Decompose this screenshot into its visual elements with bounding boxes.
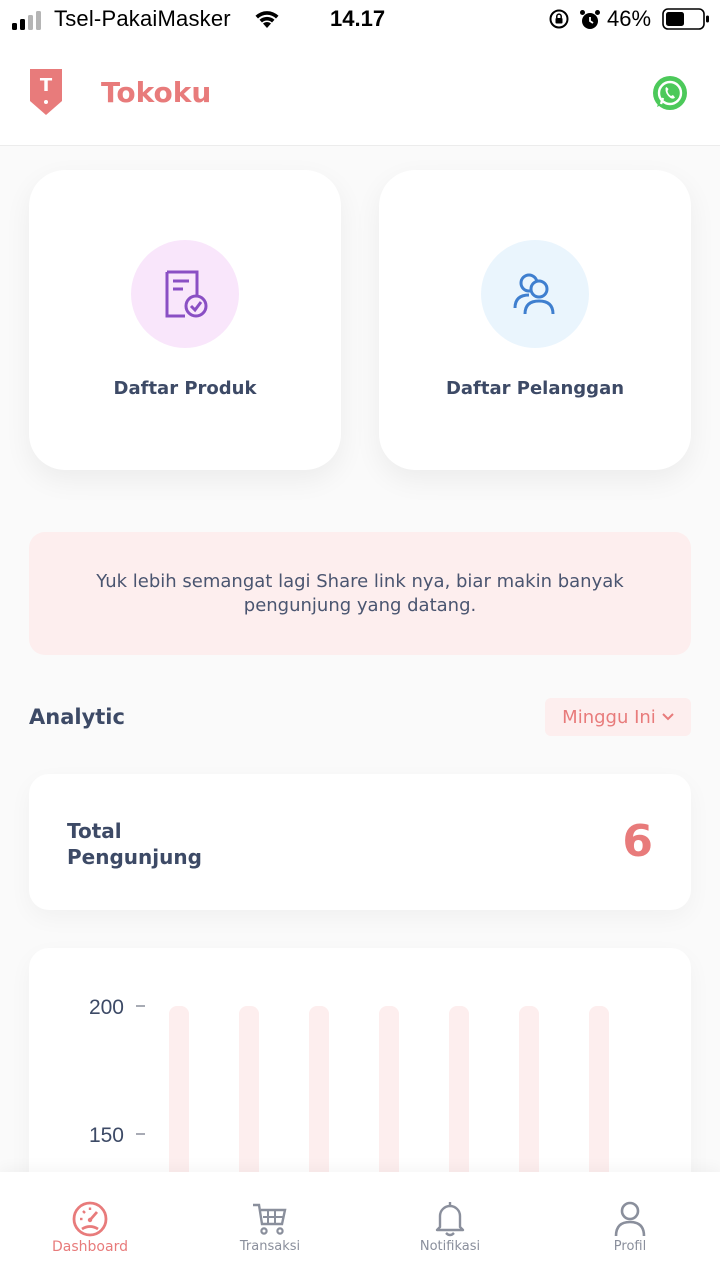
- users-icon: [513, 273, 555, 315]
- nav-transactions[interactable]: Transaksi: [180, 1172, 360, 1280]
- product-list-label: Daftar Produk: [113, 378, 257, 399]
- app-title: Tokoku: [101, 76, 212, 109]
- product-list-card[interactable]: Daftar Produk: [29, 170, 341, 470]
- y-tick-label: 150: [89, 1124, 124, 1147]
- nav-notifications[interactable]: Notifikasi: [360, 1172, 540, 1280]
- nav-profile-label: Profil: [613, 1239, 647, 1254]
- total-visitors-card: Total Pengunjung 6: [29, 774, 691, 910]
- total-visitors-label: Total Pengunjung: [67, 819, 202, 869]
- logo-letter: T: [40, 75, 53, 96]
- y-tick-label: 200: [89, 996, 124, 1019]
- speedometer-icon: [72, 1201, 108, 1237]
- nav-transactions-label: Transaksi: [239, 1239, 301, 1254]
- nav-dashboard-label: Dashboard: [52, 1239, 128, 1255]
- period-dropdown[interactable]: Minggu Ini: [545, 698, 691, 736]
- period-label: Minggu Ini: [562, 706, 656, 728]
- store-logo-icon: T: [30, 69, 62, 115]
- share-banner: Yuk lebih semangat lagi Share link nya, …: [29, 532, 691, 655]
- customer-list-label: Daftar Pelanggan: [445, 378, 625, 399]
- banner-text: Yuk lebih semangat lagi Share link nya, …: [96, 570, 624, 616]
- alarm-icon: [580, 10, 600, 29]
- bell-icon: [435, 1202, 465, 1237]
- bottom-navigation: Dashboard Transaksi Notifikasi Profil: [0, 1172, 720, 1280]
- status-bar: Tsel-PakaiMasker 14.17 46%: [0, 0, 720, 40]
- cart-icon: [253, 1203, 287, 1235]
- chevron-down-icon: [662, 713, 674, 721]
- whatsapp-icon[interactable]: [651, 74, 689, 112]
- customer-icon-circle: [481, 240, 589, 348]
- wifi-icon: [255, 11, 279, 28]
- rotation-lock-icon: [549, 9, 569, 29]
- battery-percentage: 46%: [607, 6, 652, 31]
- user-icon: [614, 1201, 646, 1237]
- carrier-name: Tsel-PakaiMasker: [54, 6, 231, 31]
- nav-notifications-label: Notifikasi: [419, 1239, 481, 1254]
- nav-profile[interactable]: Profil: [540, 1172, 720, 1280]
- document-check-icon: [165, 270, 208, 318]
- clock: 14.17: [330, 6, 386, 31]
- customer-list-card[interactable]: Daftar Pelanggan: [379, 170, 691, 470]
- product-icon-circle: [131, 240, 239, 348]
- analytic-title: Analytic: [29, 705, 125, 729]
- total-visitors-value: 6: [622, 816, 653, 867]
- app-header: T Tokoku: [0, 40, 720, 146]
- signal-icon: [12, 11, 41, 30]
- battery-icon: [662, 8, 709, 30]
- nav-dashboard[interactable]: Dashboard: [0, 1172, 180, 1280]
